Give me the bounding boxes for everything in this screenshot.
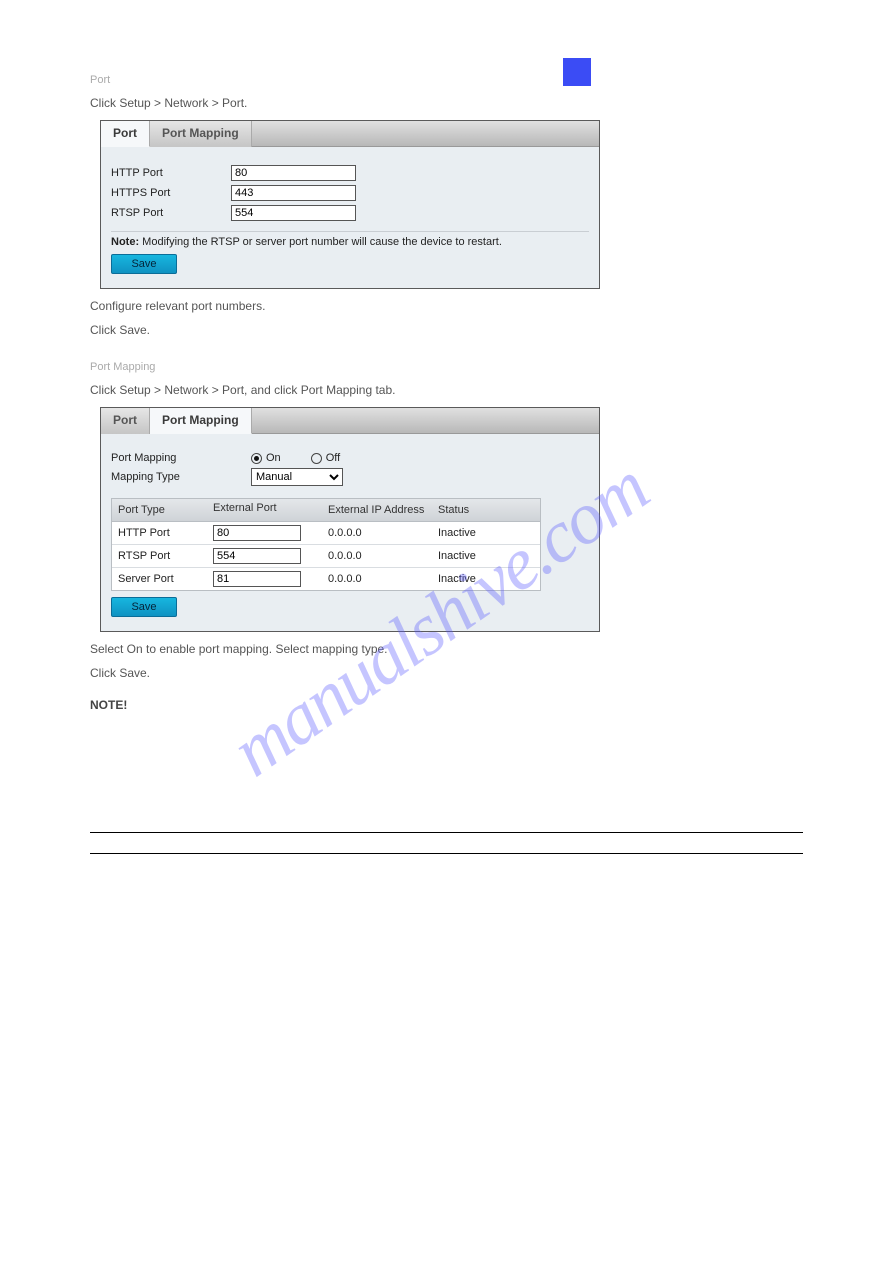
radio-on[interactable]: On [251,452,281,464]
cell-ext-input[interactable] [213,525,301,541]
step-text-2: Configure relevant port numbers. [90,299,803,313]
radio-on-circle [251,453,262,464]
th-port-type: Port Type [112,499,207,521]
cell-ext-input[interactable] [213,571,301,587]
section-heading-mapping: Port Mapping [90,361,803,373]
section-heading-port: Port [90,74,803,86]
cell-ip: 0.0.0.0 [322,522,432,544]
cell-port-type: HTTP Port [112,522,207,544]
mapping-panel: Port Port Mapping Port Mapping On Off [100,407,600,632]
note-title: NOTE! [90,698,803,712]
note-label: Note: [111,236,139,248]
mapping-type-label: Mapping Type [111,471,251,483]
cell-ip: 0.0.0.0 [322,545,432,567]
http-port-label: HTTP Port [111,167,231,179]
rtsp-port-label: RTSP Port [111,207,231,219]
radio-off-label: Off [326,452,340,464]
http-port-input[interactable] [231,165,356,181]
cell-status: Inactive [432,568,532,590]
tab-port-mapping-2[interactable]: Port Mapping [150,408,252,434]
th-external-port: External Port [207,499,322,521]
mapping-step-1: Click Setup > Network > Port, and click … [90,383,803,397]
mapping-table: Port Type External Port External IP Addr… [111,498,541,591]
radio-off[interactable]: Off [311,452,340,464]
table-head: Port Type External Port External IP Addr… [112,499,540,522]
note-text: Modifying the RTSP or server port number… [142,236,502,248]
tab-port[interactable]: Port [101,121,150,147]
radio-group-onoff: On Off [251,452,340,464]
divider [90,832,803,833]
tabs-port-panel: Port Port Mapping [101,121,599,147]
port-mapping-label: Port Mapping [111,452,251,464]
tab-port-mapping[interactable]: Port Mapping [150,121,252,147]
cell-status: Inactive [432,522,532,544]
footer-lines [90,832,803,854]
radio-on-label: On [266,452,281,464]
table-row: HTTP Port 0.0.0.0 Inactive [112,522,540,545]
https-port-input[interactable] [231,185,356,201]
port-panel: Port Port Mapping HTTP Port HTTPS Port R… [100,120,600,289]
cell-ip: 0.0.0.0 [322,568,432,590]
th-status: Status [432,499,532,521]
port-panel-body: HTTP Port HTTPS Port RTSP Port Note: Mod… [101,147,599,288]
tab-port-2[interactable]: Port [101,408,150,434]
mapping-step-3: Click Save. [90,666,803,680]
rtsp-port-input[interactable] [231,205,356,221]
save-button-mapping[interactable]: Save [111,597,177,617]
cell-port-type: RTSP Port [112,545,207,567]
mapping-type-select[interactable]: Manual [251,468,343,486]
mapping-panel-body: Port Mapping On Off Mapping Type Manual [101,434,599,631]
tabs-mapping-panel: Port Port Mapping [101,408,599,434]
cell-ext-input[interactable] [213,548,301,564]
mapping-step-2: Select On to enable port mapping. Select… [90,642,803,656]
table-row: RTSP Port 0.0.0.0 Inactive [112,545,540,568]
divider [90,853,803,854]
step-text-3: Click Save. [90,323,803,337]
https-port-label: HTTPS Port [111,187,231,199]
step-text-1: Click Setup > Network > Port. [90,96,803,110]
cell-status: Inactive [432,545,532,567]
radio-off-circle [311,453,322,464]
th-external-ip: External IP Address [322,499,432,521]
note-line: Note: Modifying the RTSP or server port … [111,231,589,248]
table-row: Server Port 0.0.0.0 Inactive [112,568,540,590]
cell-port-type: Server Port [112,568,207,590]
page-marker [563,58,591,86]
save-button[interactable]: Save [111,254,177,274]
